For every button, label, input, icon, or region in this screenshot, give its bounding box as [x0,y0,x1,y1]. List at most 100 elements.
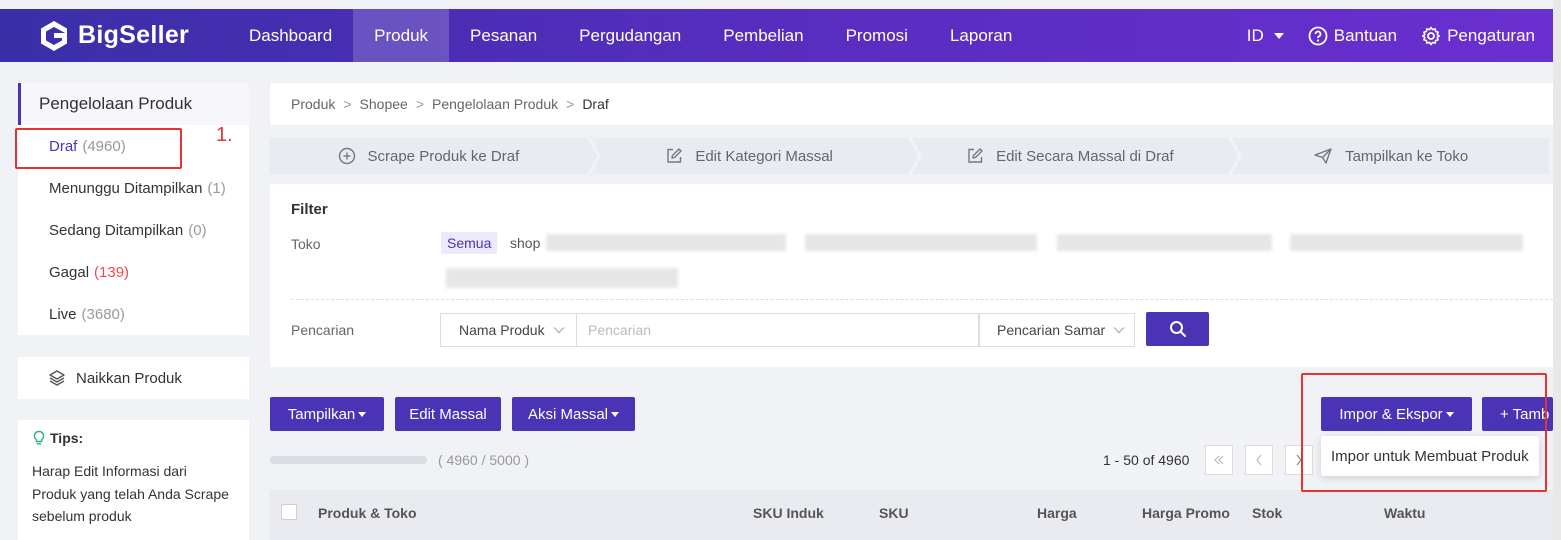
tampilkan-button[interactable]: Tampilkan [270,397,384,431]
shop-list-redacted [1290,234,1523,251]
filter-divider [291,299,1553,300]
breadcrumb-sep: > [415,96,425,112]
help-link[interactable]: Bantuan [1308,26,1397,46]
prev-page-button[interactable] [1245,445,1273,475]
step-scrape[interactable]: Scrape Produk ke Draf [270,138,597,174]
upload-label: Naikkan Produk [76,369,182,387]
sidebar-item-sedang[interactable]: Sedang Ditampilkan (0) [18,209,249,251]
nav-right: ID Bantuan Pengaturan [1223,9,1535,62]
column-header[interactable]: Produk & Toko [318,505,417,521]
column-header[interactable]: SKU Induk [753,505,824,521]
table-header: Produk & Toko SKU Induk SKU Harga Harga … [270,490,1553,540]
language-select[interactable]: ID [1247,26,1284,46]
nav-pergudangan[interactable]: Pergudangan [558,9,702,62]
send-icon [1314,148,1332,164]
column-header[interactable]: Waktu [1384,505,1425,521]
sidebar-item-menunggu[interactable]: Menunggu Ditampilkan (1) [18,167,249,209]
help-icon [1308,26,1328,45]
breadcrumb-item[interactable]: Pengelolaan Produk [432,96,558,112]
annotation-box-1 [15,128,182,169]
sidebar-item-count: (139) [94,263,130,281]
sidebar-item-label: Menunggu Ditampilkan [49,179,203,197]
shop-list-redacted [1057,234,1272,251]
search-input[interactable] [577,313,979,347]
edit-massal-button[interactable]: Edit Massal [395,397,501,431]
sidebar-item-gagal[interactable]: Gagal (139) [18,251,249,293]
plus-circle-icon [338,147,355,165]
filter-panel: Filter Toko Semua shop Pencarian Nama Pr… [270,184,1553,367]
column-header[interactable]: Stok [1252,505,1282,521]
double-chevron-left-icon [1214,455,1224,465]
quota-progress-bar [270,456,427,464]
upload-product-button[interactable]: Naikkan Produk [18,357,249,399]
annotation-label-1: 1. [216,124,233,146]
breadcrumb-item[interactable]: Shopee [360,96,408,112]
step-edit-kategori[interactable]: Edit Kategori Massal [590,138,918,174]
annotation-box-2 [1301,373,1547,492]
settings-link[interactable]: Pengaturan [1421,26,1535,46]
search-field-select[interactable]: Nama Produk [440,313,577,347]
shop-list-redacted [805,234,1037,251]
bigseller-logo[interactable]: BigSeller [38,19,208,53]
caret-down-icon [1273,32,1284,39]
aksi-massal-button[interactable]: Aksi Massal [512,397,635,431]
brand-name: BigSeller [78,21,190,49]
shop-list-redacted [546,234,786,251]
nav-promosi[interactable]: Promosi [825,9,929,62]
window-edge [1553,0,1561,540]
search-field-value: Nama Produk [459,322,545,338]
step-label: Tampilkan ke Toko [1345,147,1469,165]
step-tampilkan[interactable]: Tampilkan ke Toko [1232,138,1549,174]
sidebar-item-label: Sedang Ditampilkan [49,221,184,239]
button-label: Tampilkan [287,405,356,423]
breadcrumb-sep: > [343,96,352,112]
column-header[interactable]: Harga [1037,505,1077,521]
sidebar-item-label: Live [49,305,77,323]
nav-produk[interactable]: Produk [353,9,450,62]
step-label: Edit Secara Massal di Draf [996,147,1174,165]
quota-text: ( 4960 / 5000 ) [438,452,530,468]
sidebar-item-count: (3680) [81,305,125,323]
breadcrumb-item[interactable]: Produk [291,96,335,112]
breadcrumb: Produk > Shopee > Pengelolaan Produk > D… [270,83,1553,125]
tips-title: Tips: [50,430,84,446]
help-label: Bantuan [1333,25,1398,45]
toko-label: Toko [291,236,321,252]
filter-title: Filter [291,201,328,218]
search-button[interactable] [1146,312,1209,346]
tips-panel: Tips: Harap Edit Informasi dari Produk y… [18,420,249,540]
search-mode-value: Pencarian Samar [997,322,1106,338]
nav-laporan[interactable]: Laporan [929,9,1033,62]
sidebar-menu: Pengelolaan Produk Draf (4960) Menunggu … [18,83,249,335]
shop-tag-partial[interactable]: shop [510,235,540,251]
breadcrumb-current: Draf [582,96,609,112]
column-header[interactable]: Harga Promo [1142,505,1230,521]
search-label: Pencarian [291,322,355,338]
nav-pesanan[interactable]: Pesanan [449,9,558,62]
gear-icon [1421,26,1441,45]
tips-text: Harap Edit Informasi dari Produk yang te… [32,463,229,524]
quota-progress-fill [270,456,426,464]
nav-pembelian[interactable]: Pembelian [702,9,824,62]
select-all-checkbox[interactable] [281,504,297,520]
step-label: Scrape Produk ke Draf [367,147,520,165]
shop-tag-semua[interactable]: Semua [441,232,498,254]
first-page-button[interactable] [1205,445,1233,475]
main-nav: Dashboard Produk Pesanan Pergudangan Pem… [228,9,1033,62]
caret-down-icon [358,411,367,417]
tips-header: Tips: [32,430,235,446]
sidebar-item-live[interactable]: Live (3680) [18,293,249,335]
nav-dashboard[interactable]: Dashboard [228,9,353,62]
column-header[interactable]: SKU [879,505,909,521]
step-edit-massal[interactable]: Edit Secara Massal di Draf [911,138,1238,174]
shop-list-redacted [446,268,678,288]
bigseller-logo-icon [41,20,67,51]
layers-icon [49,370,65,386]
sidebar-item-count: (1) [207,179,226,197]
breadcrumb-sep: > [566,96,575,112]
top-navbar: BigSeller Dashboard Produk Pesanan Pergu… [0,9,1553,62]
caret-down-icon [611,411,620,417]
chevron-left-icon [1256,454,1262,466]
chevron-down-icon [1113,327,1125,334]
search-mode-select[interactable]: Pencarian Samar [979,313,1135,347]
